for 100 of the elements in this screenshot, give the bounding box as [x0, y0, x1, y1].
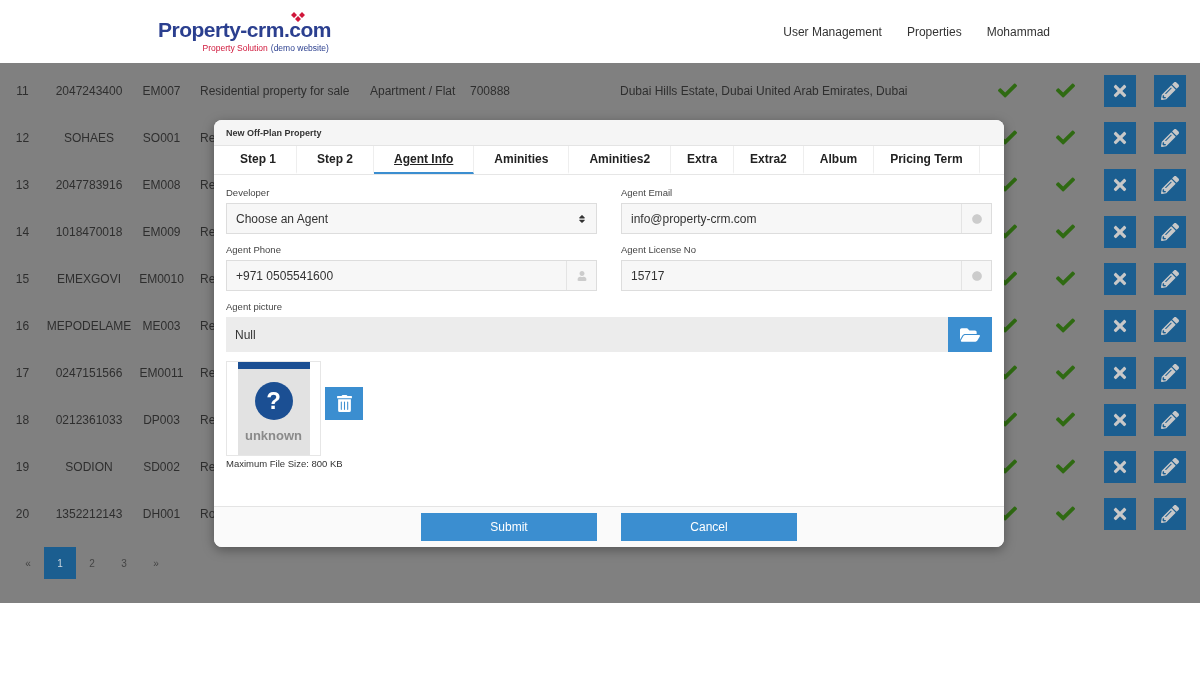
table-cell: Re	[200, 129, 216, 146]
nav-link[interactable]: Mohammad	[986, 24, 1050, 39]
input-field[interactable]: info@property-crm.com	[621, 203, 992, 234]
edit-button[interactable]	[1154, 356, 1186, 389]
table-cell: EM009	[142, 223, 181, 240]
tab[interactable]: Aminities2	[569, 146, 672, 174]
question-icon: ?	[254, 381, 293, 420]
field-label: Agent Email	[621, 187, 674, 198]
pencil-icon	[1161, 504, 1179, 523]
row-number: 16	[15, 317, 30, 334]
nav-link[interactable]: User Management	[783, 24, 882, 39]
table-cell: 2047243400	[55, 82, 123, 99]
table-cell: EM0011	[139, 364, 184, 381]
row-number: 11	[16, 82, 29, 99]
tab[interactable]: Pricing Term	[874, 146, 980, 174]
select-field[interactable]: Choose an Agent	[226, 203, 597, 234]
edit-button[interactable]	[1154, 215, 1186, 248]
table-cell: DH001	[142, 505, 181, 522]
table-cell: Re	[200, 270, 216, 287]
delete-button[interactable]	[1104, 262, 1136, 295]
delete-button[interactable]	[325, 387, 363, 420]
edit-button[interactable]	[1154, 74, 1186, 107]
table-cell: EM007	[142, 82, 181, 99]
delete-button[interactable]	[1104, 309, 1136, 342]
table-cell: EM008	[142, 176, 181, 193]
table-cell: SO001	[142, 129, 181, 146]
table-cell: Dubai Hills Estate, Dubai United Arab Emirates, Dubai	[620, 82, 908, 99]
row-number: 19	[15, 458, 30, 475]
table-cell: 0247151566	[55, 364, 123, 381]
sort-icon	[577, 213, 587, 224]
table-cell: Re	[200, 176, 216, 193]
tab[interactable]: Extra2	[734, 146, 804, 174]
table-cell: EMEXGOVI	[57, 270, 121, 287]
file-size-note: Maximum File Size: 800 KB	[226, 458, 344, 469]
pencil-icon	[1161, 363, 1179, 382]
tab[interactable]: Step 1	[220, 146, 297, 174]
row-number: 12	[15, 129, 30, 146]
input-field[interactable]: +971 0505541600	[226, 260, 597, 291]
delete-button[interactable]	[1104, 356, 1136, 389]
table-cell: Re	[200, 364, 216, 381]
table-cell: SD002	[143, 458, 180, 475]
table-cell: 700888	[470, 82, 511, 99]
dialog-title: New Off-Plan Property	[214, 120, 1004, 146]
table-cell: SOHAES	[64, 129, 114, 146]
delete-button[interactable]	[1104, 168, 1136, 201]
pencil-icon	[1161, 410, 1179, 429]
table-cell: Re	[200, 223, 216, 240]
table-cell: Re	[200, 411, 216, 428]
cancel-button[interactable]: Cancel	[621, 513, 797, 541]
table-cell: DP003	[143, 411, 180, 428]
edit-button[interactable]	[1154, 497, 1186, 530]
trash-icon	[335, 395, 353, 412]
table-cell: Residential property for sale	[200, 82, 350, 99]
pencil-icon	[1161, 175, 1179, 194]
tab[interactable]: Aminities	[474, 146, 570, 174]
table-cell: 0212361033	[55, 411, 123, 428]
table-cell: Re	[200, 317, 216, 334]
table-cell: EM0010	[139, 270, 184, 287]
table-cell: MEPODELAME	[46, 317, 132, 334]
logo[interactable]: Property-crm.com Property Solution (demo website)	[158, 10, 331, 53]
row-number: 14	[15, 223, 30, 240]
row-number: 13	[15, 176, 30, 193]
tab[interactable]: Agent Info	[374, 146, 475, 174]
row-number: 15	[15, 270, 30, 287]
edit-button[interactable]	[1154, 121, 1186, 154]
table-cell: 1352212143	[55, 505, 123, 522]
table-cell: Re	[200, 458, 216, 475]
delete-button[interactable]	[1104, 74, 1136, 107]
delete-button[interactable]	[1104, 215, 1136, 248]
pencil-icon	[1161, 81, 1179, 100]
browse-button[interactable]	[948, 317, 992, 352]
table-cell: 2047783916	[55, 176, 123, 193]
tab[interactable]: Step 2	[297, 146, 375, 174]
pencil-icon	[1161, 316, 1179, 335]
edit-button[interactable]	[1154, 450, 1186, 483]
delete-button[interactable]	[1104, 403, 1136, 436]
nav-link[interactable]: Properties	[906, 24, 962, 39]
edit-button[interactable]	[1154, 168, 1186, 201]
field-label: Agent picture	[226, 301, 283, 312]
pencil-icon	[1161, 457, 1179, 476]
tab[interactable]: Extra	[671, 146, 735, 174]
field-label: Developer	[226, 187, 271, 198]
pencil-icon	[1161, 269, 1179, 288]
delete-button[interactable]	[1104, 450, 1136, 483]
input-field[interactable]: 15717	[621, 260, 992, 291]
row-number: 20	[15, 505, 30, 522]
table-cell: Apartment / Flat	[370, 82, 456, 99]
edit-button[interactable]	[1154, 403, 1186, 436]
submit-button[interactable]: Submit	[421, 513, 597, 541]
table-cell: SODION	[65, 458, 113, 475]
tab[interactable]: Album	[803, 146, 875, 174]
pencil-icon	[1161, 128, 1179, 147]
table-cell: ME003	[142, 317, 181, 334]
delete-button[interactable]	[1104, 497, 1136, 530]
edit-button[interactable]	[1154, 309, 1186, 342]
field-label: Agent License No	[621, 244, 697, 255]
edit-button[interactable]	[1154, 262, 1186, 295]
delete-button[interactable]	[1104, 121, 1136, 154]
page-link[interactable]: 1	[44, 547, 76, 579]
pencil-icon	[1161, 222, 1179, 241]
